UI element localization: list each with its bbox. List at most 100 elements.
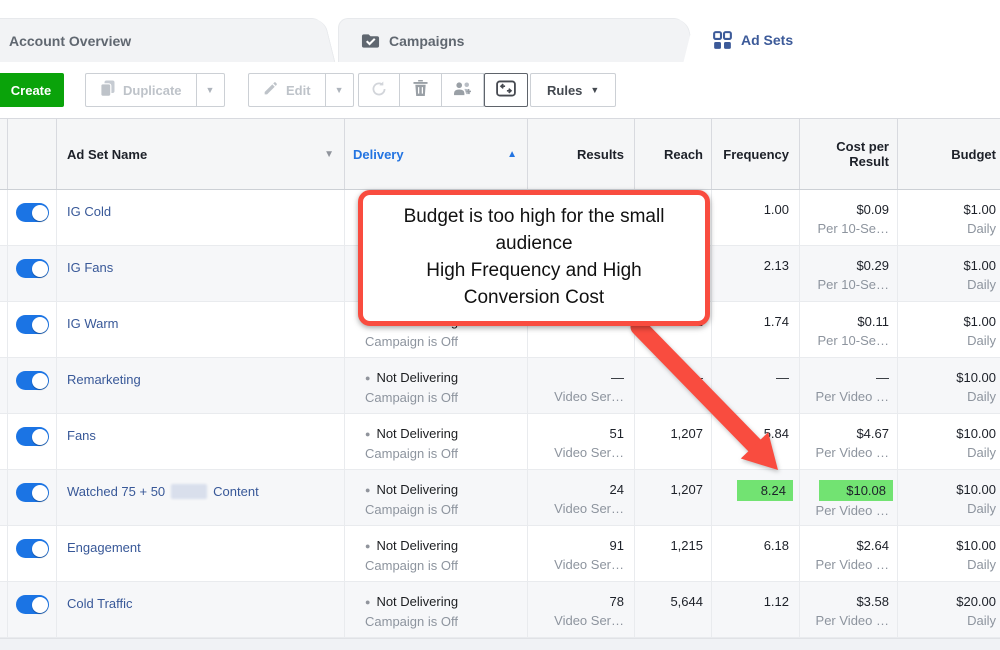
column-header-results[interactable]: Results <box>528 119 635 189</box>
results-value: 91 <box>528 536 624 555</box>
budget-value: $10.00 <box>898 536 996 555</box>
cost-per-result-type: Per 10-Se… <box>800 331 889 350</box>
sort-ascending-icon: ▲ <box>507 149 517 160</box>
delivery-substatus: Campaign is Off <box>365 500 527 519</box>
tab-bar: Account Overview Campaigns Ad Sets <box>0 0 1000 62</box>
budget-type: Daily <box>898 611 996 630</box>
rules-button[interactable]: Rules ▼ <box>530 73 616 107</box>
duplicate-button[interactable]: Duplicate <box>85 73 197 107</box>
pencil-icon <box>263 81 278 99</box>
ad-set-name-link[interactable]: Engagement <box>67 536 141 557</box>
frequency-value: 5.84 <box>764 426 789 441</box>
tab-ad-sets-label: Ad Sets <box>741 32 793 48</box>
frequency-value: — <box>776 370 789 385</box>
results-type: Video Ser… <box>528 443 624 462</box>
delivery-substatus: Campaign is Off <box>365 388 527 407</box>
ad-set-toggle[interactable] <box>16 483 49 502</box>
cost-per-result-value: $0.29 <box>800 256 889 275</box>
refresh-button[interactable] <box>358 73 400 107</box>
chevron-down-icon[interactable]: ▼ <box>324 149 334 160</box>
status-dot-icon: ● <box>365 597 370 607</box>
column-header-budget[interactable]: Budget <box>898 119 1000 189</box>
ad-set-name-link[interactable]: Cold Traffic <box>67 592 133 613</box>
header-edge-cell <box>0 119 8 189</box>
frequency-value: 1.12 <box>764 594 789 609</box>
ad-set-name-link[interactable]: IG Cold <box>67 200 111 221</box>
reach-value: 1,207 <box>635 470 712 525</box>
column-header-cost-per-result[interactable]: Cost per Result <box>800 119 898 189</box>
delivery-substatus: Campaign is Off <box>365 444 527 463</box>
results-value: 51 <box>528 424 624 443</box>
column-header-reach[interactable]: Reach <box>635 119 712 189</box>
edit-button-label: Edit <box>286 83 311 98</box>
frequency-value: 1.74 <box>764 314 789 329</box>
budget-value: $1.00 <box>898 200 996 219</box>
cost-per-result-type: Per Video … <box>800 443 889 462</box>
trash-icon <box>413 80 428 100</box>
ad-set-toggle[interactable] <box>16 259 49 278</box>
create-button[interactable]: Create <box>0 73 64 107</box>
budget-type: Daily <box>898 219 996 238</box>
ad-set-name-link[interactable]: IG Fans <box>67 256 113 277</box>
delivery-status: Not Delivering <box>376 538 458 553</box>
reach-value: — <box>635 358 712 413</box>
audience-button[interactable] <box>442 73 484 107</box>
annotation-callout: Budget is too high for the small audienc… <box>358 190 710 326</box>
ad-set-toggle[interactable] <box>16 427 49 446</box>
budget-type: Daily <box>898 443 996 462</box>
edit-button[interactable]: Edit <box>248 73 326 107</box>
frequency-value: 6.18 <box>764 538 789 553</box>
duplicate-dropdown-button[interactable]: ▼ <box>197 73 225 107</box>
delivery-status: Not Delivering <box>376 370 458 385</box>
cost-per-result-value: — <box>800 368 889 387</box>
budget-value: $1.00 <box>898 256 996 275</box>
chevron-down-icon: ▼ <box>335 86 344 95</box>
column-header-ad-set-name[interactable]: Ad Set Name ▼ <box>57 119 345 189</box>
table-footer-strip <box>0 638 1000 650</box>
budget-type: Daily <box>898 499 996 518</box>
ad-set-toggle[interactable] <box>16 203 49 222</box>
budget-type: Daily <box>898 331 996 350</box>
edit-dropdown-button[interactable]: ▼ <box>326 73 354 107</box>
chevron-down-icon: ▼ <box>590 86 599 95</box>
column-header-frequency[interactable]: Frequency <box>712 119 800 189</box>
ad-set-toggle[interactable] <box>16 315 49 334</box>
delivery-substatus: Campaign is Off <box>365 556 527 575</box>
results-value: — <box>528 368 624 387</box>
tab-campaigns[interactable]: Campaigns <box>338 18 684 62</box>
header-toggle-cell <box>8 119 57 189</box>
table-row: Cold Traffic ●Not DeliveringCampaign is … <box>0 582 1000 638</box>
ads-manager-screen: Account Overview Campaigns Ad Sets Creat… <box>0 0 1000 650</box>
ab-test-icon <box>496 80 516 100</box>
status-dot-icon: ● <box>365 541 370 551</box>
budget-type: Daily <box>898 387 996 406</box>
tab-account-overview[interactable]: Account Overview <box>0 18 322 62</box>
folder-check-icon <box>361 33 380 49</box>
annotation-line-1: Budget is too high for the small audienc… <box>377 204 691 258</box>
edit-button-group: Edit ▼ <box>248 73 354 107</box>
budget-type: Daily <box>898 275 996 294</box>
ad-set-toggle[interactable] <box>16 595 49 614</box>
results-value: 24 <box>528 480 624 499</box>
ad-set-toggle[interactable] <box>16 539 49 558</box>
reach-value: 1,215 <box>635 526 712 581</box>
cost-per-result-type: Per Video … <box>800 387 889 406</box>
column-header-delivery[interactable]: Delivery ▲ <box>345 119 528 189</box>
ab-test-button[interactable] <box>484 73 528 107</box>
ad-set-name-link[interactable]: Watched 75 + 50Content <box>67 480 259 501</box>
cost-per-result-value: $4.67 <box>800 424 889 443</box>
grid-icon <box>713 31 732 50</box>
duplicate-button-label: Duplicate <box>123 83 182 98</box>
ad-set-name-link[interactable]: Remarketing <box>67 368 141 389</box>
budget-type: Daily <box>898 555 996 574</box>
ad-set-toggle[interactable] <box>16 371 49 390</box>
delete-button[interactable] <box>400 73 442 107</box>
ad-set-name-link[interactable]: Fans <box>67 424 96 445</box>
results-value: 78 <box>528 592 624 611</box>
budget-value: $10.00 <box>898 424 996 443</box>
annotation-line-2: High Frequency and High Conversion Cost <box>377 258 691 312</box>
ad-set-name-link[interactable]: IG Warm <box>67 312 119 333</box>
budget-value: $10.00 <box>898 480 996 499</box>
tab-ad-sets[interactable]: Ad Sets <box>697 18 1000 62</box>
cost-per-result-type: Per 10-Se… <box>800 219 889 238</box>
